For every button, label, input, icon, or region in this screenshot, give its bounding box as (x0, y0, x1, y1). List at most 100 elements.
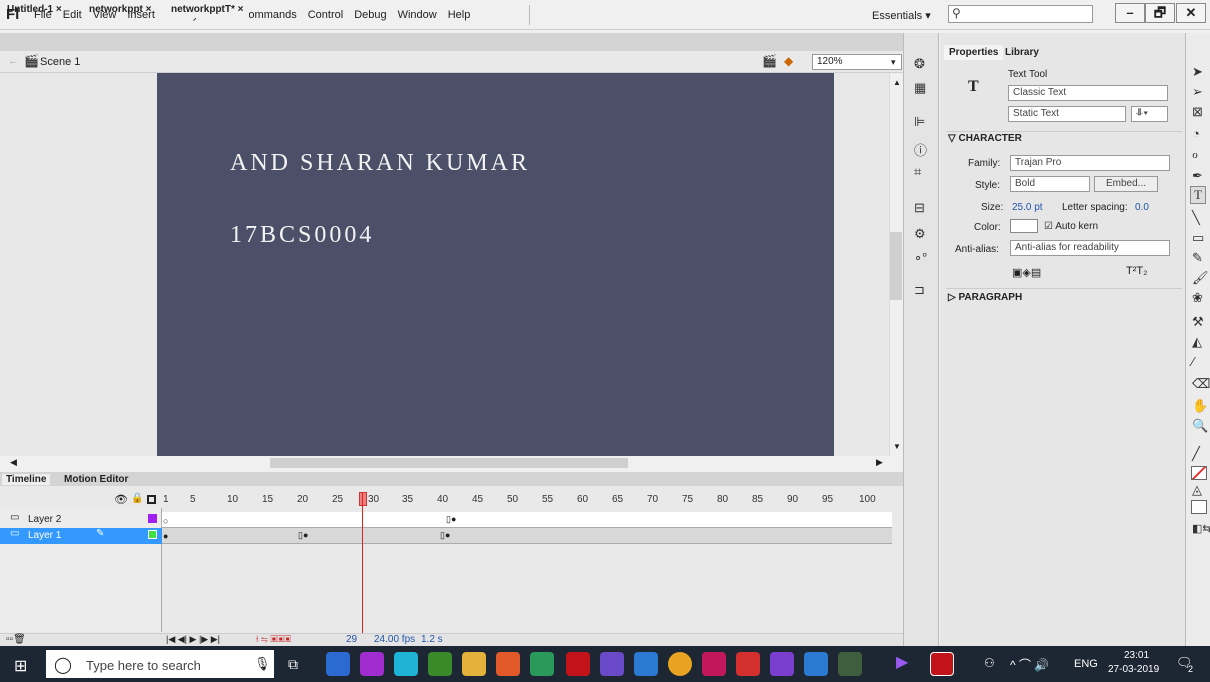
text-orientation-select[interactable]: ⥥▾ (1131, 106, 1168, 122)
flash-active-icon[interactable] (930, 652, 954, 676)
tab-properties[interactable]: Properties (944, 45, 1004, 60)
chrome-icon[interactable] (668, 652, 692, 676)
layer-row-selected[interactable]: Layer 1 (0, 528, 162, 544)
scroll-right-icon[interactable]: ▶ (876, 457, 883, 468)
playback-controls-icon[interactable]: |◀ ◀| ▶ |▶ ▶| (166, 634, 220, 645)
stage-text-name[interactable]: AND SHARAN KUMAR (230, 150, 530, 177)
tab-networkpptT[interactable]: networkpptT* × (166, 2, 249, 18)
character-section-header[interactable]: ▽ CHARACTER (948, 133, 1022, 144)
playhead[interactable] (362, 493, 363, 642)
stage[interactable] (157, 73, 834, 456)
playhead-handle[interactable] (359, 492, 367, 506)
app-icon-10[interactable] (804, 652, 828, 676)
subselection-tool-icon[interactable]: ➢ (1192, 84, 1203, 100)
stroke-color-swatch[interactable] (1191, 466, 1207, 480)
text-tool-button-icon[interactable]: T (1190, 186, 1206, 204)
layer-color-swatch[interactable] (148, 514, 157, 523)
menu-debug[interactable]: Debug (354, 9, 386, 21)
menu-control[interactable]: Control (308, 9, 343, 21)
fill-color-swatch[interactable] (1191, 500, 1207, 514)
keyframe-empty[interactable]: ○ (163, 516, 168, 526)
menu-help[interactable]: Help (448, 9, 471, 21)
chevron-down-icon[interactable]: ▾ (891, 57, 896, 68)
anti-alias-select[interactable]: Anti-alias for readability (1010, 240, 1170, 256)
movie-explorer-icon[interactable]: ∘° (914, 250, 927, 266)
eraser-tool-icon[interactable]: ⌫ (1192, 376, 1210, 392)
system-tray-icon[interactable]: ^ ⌒ 🔊 (1010, 656, 1049, 673)
file-explorer-icon[interactable] (462, 652, 486, 676)
font-size-value[interactable]: 25.0 pt (1012, 202, 1043, 213)
media-player-icon[interactable] (770, 652, 794, 676)
app-icon-4[interactable] (428, 652, 452, 676)
text-type-select[interactable]: Static Text (1008, 106, 1126, 122)
minimize-button[interactable]: – (1115, 3, 1145, 23)
menu-commands[interactable]: Commands (240, 9, 296, 21)
eyedropper-tool-icon[interactable]: ⁄ (1192, 354, 1194, 369)
keyframe[interactable]: ▯● (298, 530, 308, 541)
vertical-scroll-thumb[interactable] (890, 232, 902, 300)
letter-spacing-value[interactable]: 0.0 (1135, 202, 1149, 213)
play-icon[interactable]: ▶ (896, 652, 920, 676)
selection-tool-icon[interactable]: ➤ (1192, 64, 1203, 80)
app-icon-9[interactable] (702, 652, 726, 676)
align-icon[interactable]: ⊫ (914, 114, 925, 130)
edit-symbols-icon[interactable]: ◆ (784, 54, 793, 68)
swap-colors-icon[interactable]: ◧⇆ (1192, 522, 1210, 535)
workspace-switcher[interactable]: Essentials ▾ (872, 9, 931, 22)
tab-networkppt[interactable]: networkppt × (84, 2, 157, 18)
text-engine-select[interactable]: Classic Text (1008, 85, 1168, 101)
transform-icon[interactable]: ⌗ (914, 164, 921, 180)
app-icon-2[interactable] (360, 652, 384, 676)
history-icon[interactable]: ⊐ (914, 282, 925, 298)
close-button[interactable]: ✕ (1176, 3, 1206, 23)
swatches-icon[interactable]: ▦ (914, 80, 926, 96)
acrobat-icon[interactable] (736, 652, 760, 676)
lasso-tool-icon[interactable]: ℴ (1192, 146, 1198, 162)
scene-label[interactable]: Scene 1 (40, 56, 80, 68)
flash-taskbar-icon[interactable] (566, 652, 590, 676)
outline-icon[interactable] (147, 495, 156, 504)
selectable-text-icon[interactable]: ▣◈▤ (1012, 266, 1041, 279)
paragraph-section-header[interactable]: ▷ PARAGRAPH (948, 292, 1022, 303)
horizontal-scroll-thumb[interactable] (270, 458, 628, 468)
keyframe[interactable]: ● (163, 531, 168, 541)
pencil-tool-icon[interactable]: ✎ (1192, 250, 1203, 266)
font-family-select[interactable]: Trajan Pro (1010, 155, 1170, 171)
stage-text-id[interactable]: 17BCS0004 (230, 222, 374, 249)
bone-tool-icon[interactable]: ⚒ (1192, 314, 1204, 330)
tab-timeline[interactable]: Timeline (2, 474, 51, 485)
tab-motion-editor[interactable]: Motion Editor (60, 474, 132, 485)
embed-button[interactable]: Embed... (1094, 176, 1158, 192)
free-transform-tool-icon[interactable]: ⊠ (1192, 104, 1203, 120)
layer-color-swatch[interactable] (148, 530, 157, 539)
eye-icon[interactable]: 👁 (114, 493, 128, 506)
brush-tool-icon[interactable]: 🖌 (1192, 270, 1209, 286)
menu-window[interactable]: Window (398, 9, 437, 21)
rectangle-tool-icon[interactable]: ▭ (1192, 230, 1204, 246)
line-tool-icon[interactable]: ╲ (1192, 210, 1200, 226)
auto-kern-checkbox[interactable]: ☑ Auto kern (1044, 221, 1098, 232)
app-icon-1[interactable] (326, 652, 350, 676)
onion-skin-icon[interactable]: ⍿ ⇋ ▣▣▣ (256, 634, 291, 645)
motion-presets-icon[interactable]: ❂ (914, 56, 925, 72)
paint-bucket-tool-icon[interactable]: ◭ (1192, 334, 1202, 350)
lock-icon[interactable]: 🔒 (131, 493, 143, 504)
zoom-select[interactable]: 120% (812, 54, 902, 70)
app-icon-11[interactable] (838, 652, 862, 676)
scroll-up-icon[interactable]: ▲ (893, 78, 901, 87)
app-icon-8[interactable] (634, 652, 658, 676)
tab-untitled-1[interactable]: Untitled-1 × (2, 2, 67, 18)
clock-date[interactable]: 27-03-2019 (1108, 664, 1159, 675)
layer-row[interactable]: Layer 2 (0, 512, 162, 528)
windows-start-icon[interactable]: ⊞ (14, 656, 27, 676)
components-icon[interactable]: ⚙ (914, 226, 926, 242)
layer-2-frames[interactable] (162, 512, 892, 528)
back-arrow-icon[interactable]: ← (8, 55, 19, 67)
app-icon-3[interactable] (394, 652, 418, 676)
new-layer-icon[interactable]: ▫▫🗑 (6, 634, 26, 645)
tab-library[interactable]: Library (1000, 45, 1044, 60)
layer-1-frames[interactable] (162, 528, 892, 544)
help-search-input[interactable] (948, 5, 1093, 23)
keyframe[interactable]: ▯● (440, 530, 450, 541)
text-color-swatch[interactable] (1010, 219, 1038, 233)
